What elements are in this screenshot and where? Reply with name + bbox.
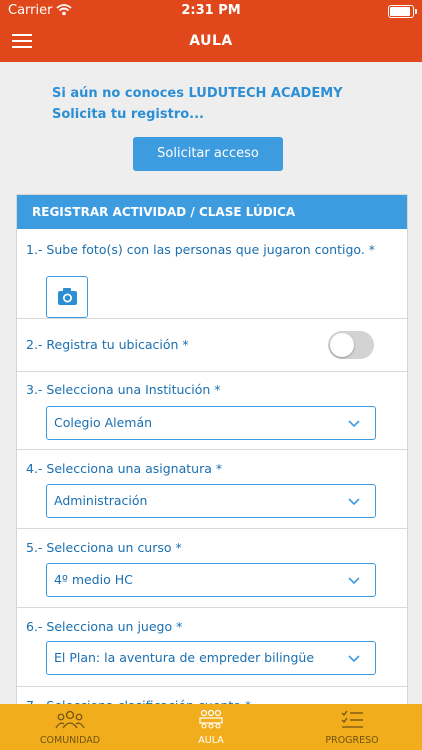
battery-icon	[388, 5, 417, 18]
intro-text: Si aún no conoces LUDUTECH ACADEMY Solic…	[52, 86, 343, 122]
subject-label: 4.- Selecciona una asignatura *	[26, 461, 223, 476]
status-time: 2:31 PM	[181, 3, 241, 18]
top-navbar: AULA	[0, 22, 422, 62]
activity-form-card: REGISTRAR ACTIVIDAD / CLASE LÚDICA 1.- S…	[16, 194, 408, 716]
subject-select[interactable]: Administración	[46, 484, 376, 518]
photo-label: 1.- Sube foto(s) con las personas que ju…	[26, 242, 376, 257]
course-label: 5.- Selecciona un curso *	[26, 540, 182, 555]
chevron-down-icon	[347, 416, 361, 435]
chevron-down-icon	[347, 573, 361, 592]
game-select[interactable]: El Plan: la aventura de empreder bilingü…	[46, 641, 376, 675]
subject-value: Administración	[54, 493, 148, 508]
institution-row: 3.- Selecciona una Institución * Colegio…	[17, 372, 407, 450]
game-value: El Plan: la aventura de empreder bilingü…	[54, 650, 315, 665]
bottom-tab-bar: COMUNIDAD AULA PROGRESO	[0, 704, 422, 750]
tab-label: PROGRESO	[325, 735, 379, 746]
camera-button[interactable]	[46, 276, 88, 318]
chevron-down-icon	[347, 651, 361, 670]
course-select[interactable]: 4º medio HC	[46, 563, 376, 597]
photo-row: 1.- Sube foto(s) con las personas que ju…	[17, 229, 407, 319]
tab-comunidad[interactable]: COMUNIDAD	[0, 704, 140, 750]
tab-progreso[interactable]: PROGRESO	[282, 704, 422, 750]
game-row: 6.- Selecciona un juego * El Plan: la av…	[17, 608, 407, 687]
location-row: 2.- Registra tu ubicación *	[17, 319, 407, 372]
tab-label: COMUNIDAD	[39, 735, 101, 746]
game-label: 6.- Selecciona un juego *	[26, 619, 183, 634]
community-icon	[55, 709, 85, 731]
tab-aula[interactable]: AULA	[141, 704, 281, 750]
subject-row: 4.- Selecciona una asignatura * Administ…	[17, 450, 407, 529]
institution-label: 3.- Selecciona una Institución *	[26, 382, 221, 397]
form-header: REGISTRAR ACTIVIDAD / CLASE LÚDICA	[17, 195, 407, 229]
course-row: 5.- Selecciona un curso * 4º medio HC	[17, 529, 407, 608]
main-content[interactable]: Si aún no conoces LUDUTECH ACADEMY Solic…	[0, 62, 422, 716]
location-label: 2.- Registra tu ubicación *	[26, 337, 189, 352]
chevron-down-icon	[347, 494, 361, 513]
location-toggle[interactable]	[328, 331, 374, 359]
tab-label: AULA	[198, 735, 224, 746]
classroom-icon	[196, 709, 226, 731]
institution-value: Colegio Alemán	[54, 415, 153, 430]
progress-checklist-icon	[337, 709, 367, 731]
institution-select[interactable]: Colegio Alemán	[46, 406, 376, 440]
status-bar: Carrier 2:31 PM	[0, 0, 422, 22]
course-value: 4º medio HC	[54, 572, 133, 587]
request-access-button[interactable]: Solicitar acceso	[133, 137, 283, 171]
page-title: AULA	[189, 33, 233, 49]
